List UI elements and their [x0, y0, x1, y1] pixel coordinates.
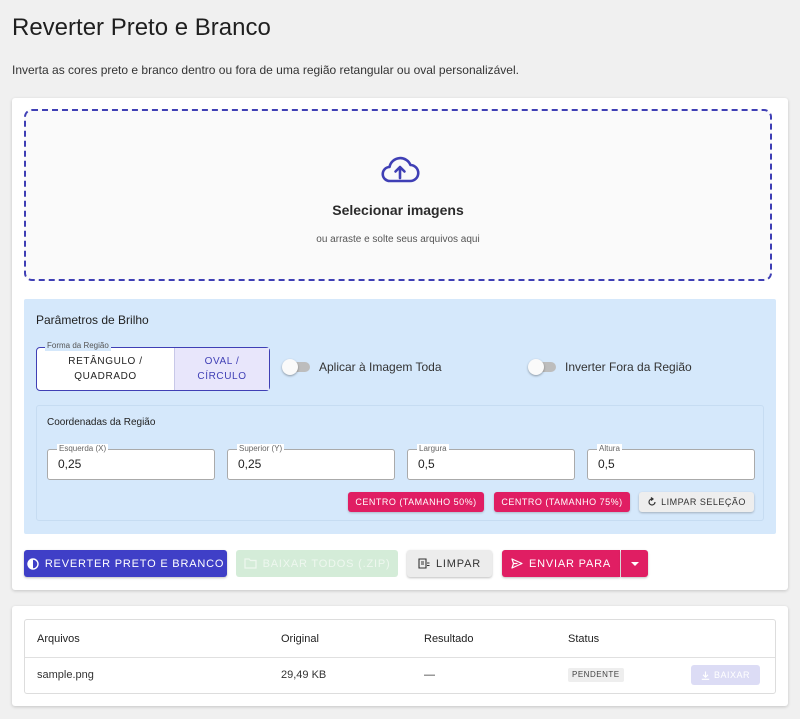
center-50-label: CENTRO (TAMANHO 50%): [355, 497, 477, 507]
params-title: Parâmetros de Brilho: [36, 313, 149, 327]
top-y-label: Superior (Y): [237, 444, 285, 454]
refresh-icon: [648, 497, 656, 506]
send-to-button[interactable]: ENVIAR PARA: [502, 550, 620, 577]
files-card: Arquivos Original Resultado Status sampl…: [12, 606, 788, 706]
row-download-label: BAIXAR: [713, 670, 750, 680]
width-input[interactable]: [418, 457, 558, 471]
height-input[interactable]: [598, 457, 738, 471]
folder-zip-icon: [243, 558, 257, 569]
cloud-upload-icon: [381, 156, 420, 183]
page-description: Inverta as cores preto e branco dentro o…: [12, 63, 519, 77]
height-field[interactable]: Altura: [587, 444, 755, 480]
clear-selection-label: LIMPAR SELEÇÃO: [661, 497, 746, 507]
main-card: Selecionar imagens ou arraste e solte se…: [12, 98, 788, 590]
center-75-label: CENTRO (TAMANHO 75%): [501, 497, 623, 507]
invert-black-white-button[interactable]: REVERTER PRETO E BRANCO: [24, 550, 227, 577]
region-shape-legend: Forma da Região: [45, 341, 111, 351]
column-result: Resultado: [424, 633, 474, 645]
apply-whole-image-switch[interactable]: Aplicar à Imagem Toda: [282, 359, 442, 375]
apply-whole-image-toggle[interactable]: [282, 359, 310, 375]
height-label: Altura: [597, 444, 622, 454]
center-75-button[interactable]: CENTRO (TAMANHO 75%): [494, 492, 630, 512]
center-50-button[interactable]: CENTRO (TAMANHO 50%): [348, 492, 484, 512]
dropzone-title[interactable]: Selecionar imagens: [26, 202, 770, 218]
width-field[interactable]: Largura: [407, 444, 575, 480]
invert-label: REVERTER PRETO E BRANCO: [44, 557, 225, 570]
download-icon: [701, 671, 710, 680]
top-y-input[interactable]: [238, 457, 378, 471]
region-shape-toggle: Forma da Região RETÂNGULO / QUADRADO OVA…: [36, 341, 270, 391]
width-label: Largura: [417, 444, 449, 454]
page-title: Reverter Preto e Branco: [12, 14, 271, 41]
download-all-label: BAIXAR TODOS (.ZIP): [262, 557, 391, 570]
invert-outside-switch[interactable]: Inverter Fora da Região: [528, 359, 692, 375]
image-dropzone[interactable]: Selecionar imagens ou arraste e solte se…: [24, 109, 772, 281]
status-badge: PENDENTE: [568, 668, 624, 682]
invert-outside-label: Inverter Fora da Região: [565, 360, 692, 374]
contrast-icon: [27, 557, 39, 570]
left-x-label: Esquerda (X): [57, 444, 109, 454]
caret-down-icon: [630, 561, 639, 566]
row-original-size: 29,49 KB: [281, 669, 327, 681]
region-coordinates-panel: Coordenadas da Região Esquerda (X) Super…: [36, 405, 764, 521]
column-files: Arquivos: [37, 633, 80, 645]
clear-list-icon: [418, 558, 430, 569]
shape-oval-label: OVAL / CÍRCULO: [197, 356, 247, 382]
send-icon: [511, 558, 523, 569]
dropzone-subtitle: ou arraste e solte seus arquivos aqui: [316, 234, 480, 245]
left-x-field[interactable]: Esquerda (X): [47, 444, 215, 480]
files-table: Arquivos Original Resultado Status sampl…: [24, 619, 776, 694]
shape-oval-button[interactable]: OVAL / CÍRCULO: [174, 348, 269, 390]
column-original: Original: [281, 633, 319, 645]
shape-rectangle-button[interactable]: RETÂNGULO / QUADRADO: [37, 348, 174, 390]
send-to-dropdown-button[interactable]: [621, 550, 648, 577]
column-status: Status: [568, 633, 600, 645]
download-all-zip-button[interactable]: BAIXAR TODOS (.ZIP): [236, 550, 398, 577]
row-download-button[interactable]: BAIXAR: [691, 665, 760, 685]
apply-whole-image-label: Aplicar à Imagem Toda: [319, 360, 442, 374]
send-to-label: ENVIAR PARA: [529, 557, 611, 570]
left-x-input[interactable]: [58, 457, 198, 471]
coordinates-title: Coordenadas da Região: [47, 417, 156, 428]
row-result: —: [424, 669, 435, 681]
brightness-params-panel: Parâmetros de Brilho Forma da Região RET…: [24, 299, 776, 534]
invert-outside-toggle[interactable]: [528, 359, 556, 375]
clear-button[interactable]: LIMPAR: [407, 550, 492, 577]
shape-rectangle-label: RETÂNGULO / QUADRADO: [68, 356, 143, 382]
clear-label: LIMPAR: [436, 557, 481, 570]
row-file-name: sample.png: [37, 669, 94, 681]
top-y-field[interactable]: Superior (Y): [227, 444, 395, 480]
clear-selection-button[interactable]: LIMPAR SELEÇÃO: [639, 492, 754, 512]
